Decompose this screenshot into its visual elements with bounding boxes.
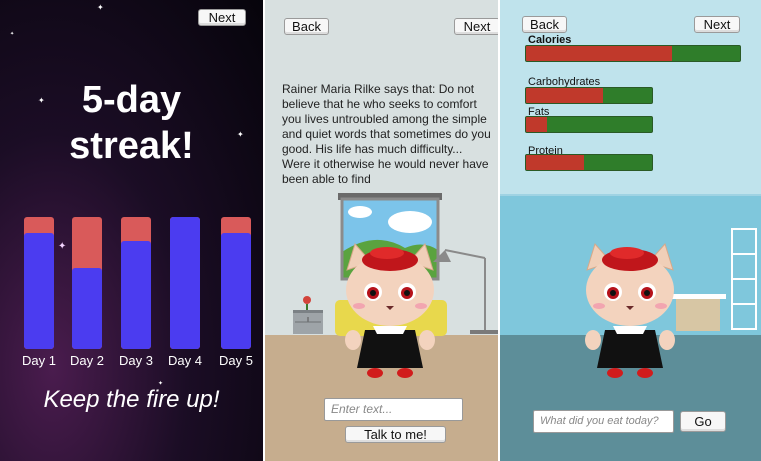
- day-label: Day 1: [22, 353, 56, 368]
- next-button[interactable]: Next: [198, 9, 246, 26]
- day-bar-fill: [221, 233, 251, 349]
- room-background: [500, 0, 761, 461]
- back-button[interactable]: Back: [522, 16, 567, 33]
- nutrient-bar-fill: [526, 46, 672, 61]
- nutrition-screen: Back Next Calories Carbohydrates Fats Prote…: [500, 0, 761, 461]
- streak-title-line2: streak!: [69, 125, 194, 167]
- day-bar: [24, 217, 54, 349]
- back-button[interactable]: Back: [284, 18, 329, 35]
- day-bar: [170, 217, 200, 349]
- nutrient-bar: [525, 45, 741, 62]
- day-bar-fill: [121, 241, 151, 349]
- room-background: [265, 0, 498, 461]
- star-icon: ✦: [97, 3, 104, 12]
- nutrient-bar-fill: [526, 117, 548, 132]
- day-bar-fill: [72, 268, 102, 349]
- day-bar-fill: [170, 217, 200, 349]
- nutrient-bar-fill: [526, 155, 584, 170]
- quote-room-screen: Back Next Rainer Maria Rilke says that: …: [265, 0, 498, 461]
- day-label: Day 3: [119, 353, 153, 368]
- quote-text: Rainer Maria Rilke says that: Do not bel…: [282, 82, 491, 186]
- streak-screen: ✦ ✦ ✦ ✦ ✦ ✦ Next 5-day streak! Day 1 Day …: [0, 0, 263, 461]
- star-icon: ✦: [10, 31, 15, 37]
- day-bar-fill: [24, 233, 54, 349]
- tagline: Keep the fire up!: [43, 386, 220, 413]
- streak-title-line1: 5-day: [81, 79, 182, 121]
- nutrient-bar: [525, 154, 653, 171]
- go-button[interactable]: Go: [680, 411, 726, 432]
- cat-avatar: [345, 243, 435, 378]
- day-bar: [221, 217, 251, 349]
- star-icon: ✦: [58, 241, 67, 252]
- nutrient-bar: [525, 87, 653, 104]
- next-button[interactable]: Next: [454, 18, 498, 35]
- food-input[interactable]: What did you eat today?: [533, 410, 674, 433]
- nutrient-bar: [525, 116, 653, 133]
- nutrient-bar-fill: [526, 88, 603, 103]
- cat-avatar: [585, 243, 675, 378]
- chat-input[interactable]: Enter text...: [324, 398, 463, 421]
- day-bar: [72, 217, 102, 349]
- day-bar: [121, 217, 151, 349]
- talk-to-me-button[interactable]: Talk to me!: [345, 426, 446, 443]
- day-label: Day 2: [70, 353, 104, 368]
- next-button[interactable]: Next: [694, 16, 740, 33]
- day-label: Day 5: [219, 353, 253, 368]
- day-label: Day 4: [168, 353, 202, 368]
